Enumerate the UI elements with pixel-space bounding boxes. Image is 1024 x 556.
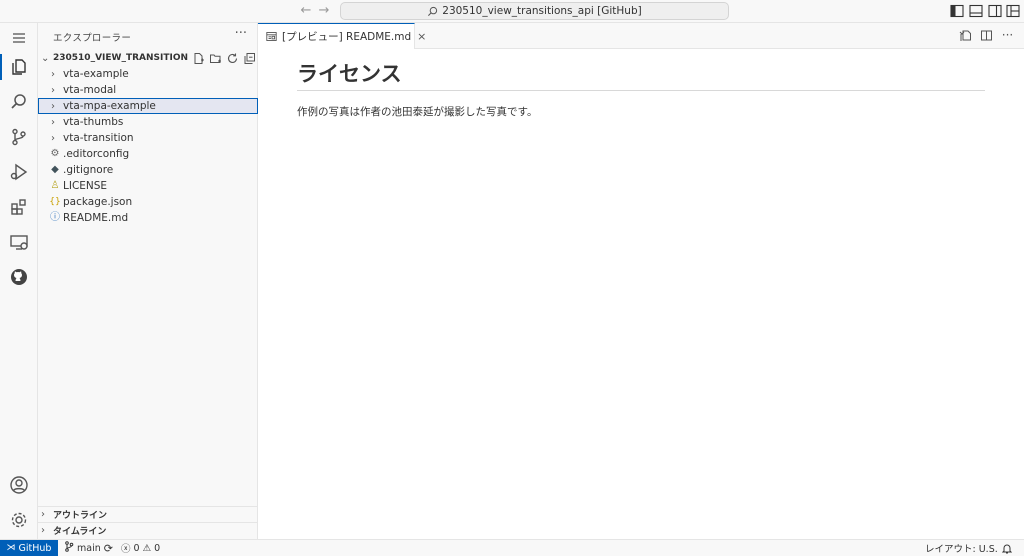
- toggle-primary-sidebar-icon[interactable]: [950, 4, 964, 18]
- search-sidebar-icon[interactable]: [0, 87, 38, 117]
- markdown-preview: ライセンス 作例の写真は作者の池田泰延が撮影した写真です。: [258, 49, 1024, 539]
- tree-item-package-json[interactable]: {} package.json: [38, 194, 258, 210]
- json-braces-icon: {}: [49, 197, 61, 207]
- menu-icon[interactable]: [0, 23, 38, 53]
- close-icon[interactable]: ×: [417, 30, 426, 43]
- collapse-all-icon[interactable]: [243, 52, 256, 65]
- source-control-icon[interactable]: [0, 122, 38, 152]
- tree-item-editorconfig[interactable]: ⚙ .editorconfig: [38, 146, 258, 162]
- explorer-sidebar: エクスプローラー ··· ⌄ 230510_VIEW_TRANSITIONS_.…: [38, 23, 258, 539]
- command-center-search[interactable]: 230510_view_transitions_api [GitHub]: [340, 2, 729, 20]
- page-title: ライセンス: [297, 62, 402, 86]
- status-bar: ⋊ GitHub main ⟳ ⓧ 0 ⚠ 0 レイアウト: U.S.: [0, 539, 1024, 556]
- preview-icon: [266, 31, 277, 42]
- tree-item-license[interactable]: ♙ LICENSE: [38, 178, 258, 194]
- workspace-folder-name: 230510_VIEW_TRANSITIONS_...: [53, 53, 188, 63]
- chevron-right-icon: ›: [51, 132, 55, 144]
- timeline-section[interactable]: › タイムライン: [38, 522, 258, 538]
- sidebar-title: エクスプローラー: [53, 33, 132, 44]
- toggle-secondary-sidebar-icon[interactable]: [988, 4, 1002, 18]
- info-icon: ⓘ: [50, 212, 60, 223]
- extensions-icon[interactable]: [0, 192, 38, 222]
- license-icon: ♙: [50, 180, 60, 191]
- tab-readme-preview[interactable]: [プレビュー] README.md ×: [258, 23, 426, 49]
- chevron-right-icon: ›: [51, 100, 55, 112]
- problems-indicator[interactable]: ⓧ 0 ⚠ 0: [121, 540, 160, 556]
- chevron-right-icon: ›: [41, 525, 45, 536]
- explorer-icon[interactable]: [0, 52, 38, 82]
- customize-layout-icon[interactable]: [1006, 4, 1020, 18]
- chevron-right-icon: ›: [51, 84, 55, 96]
- search-icon: [428, 6, 438, 16]
- new-file-icon[interactable]: [192, 52, 205, 65]
- chevron-right-icon: ›: [41, 509, 45, 520]
- git-diamond-icon: ◆: [51, 164, 59, 175]
- outline-section[interactable]: › アウトライン: [38, 506, 258, 522]
- accounts-icon[interactable]: [0, 470, 38, 500]
- remote-icon: ⋊: [6, 543, 16, 553]
- warning-icon: ⚠: [142, 542, 152, 554]
- keyboard-layout[interactable]: レイアウト: U.S.: [925, 540, 998, 556]
- tree-item-gitignore[interactable]: ◆ .gitignore: [38, 162, 258, 178]
- more-actions-icon[interactable]: ···: [1001, 29, 1014, 42]
- gear-file-icon: ⚙: [50, 148, 60, 159]
- tree-item-vta-thumbs[interactable]: › vta-thumbs: [38, 114, 258, 130]
- git-branch-icon: [64, 541, 74, 555]
- new-folder-icon[interactable]: [209, 52, 222, 65]
- chevron-right-icon: ›: [51, 68, 55, 80]
- workspace-folder-header[interactable]: ⌄ 230510_VIEW_TRANSITIONS_...: [38, 50, 258, 66]
- tree-item-vta-example[interactable]: › vta-example: [38, 66, 258, 82]
- split-editor-icon[interactable]: [980, 29, 993, 42]
- sync-icon[interactable]: ⟳: [104, 542, 113, 555]
- chevron-down-icon: ⌄: [41, 52, 50, 64]
- activity-bar: [0, 23, 38, 539]
- toggle-panel-icon[interactable]: [969, 4, 983, 18]
- manage-gear-icon[interactable]: [0, 505, 38, 535]
- tree-item-vta-transition[interactable]: › vta-transition: [38, 130, 258, 146]
- editor-tab-bar: [プレビュー] README.md × ···: [258, 23, 1024, 49]
- search-text: 230510_view_transitions_api [GitHub]: [442, 5, 642, 17]
- forward-arrow-icon[interactable]: →: [316, 3, 332, 19]
- tab-label: [プレビュー] README.md: [282, 31, 412, 43]
- heading-divider: [297, 90, 985, 91]
- chevron-right-icon: ›: [51, 116, 55, 128]
- branch-indicator[interactable]: main ⟳: [64, 540, 113, 556]
- notifications-bell-icon[interactable]: [1002, 540, 1012, 556]
- run-and-debug-icon[interactable]: [0, 157, 38, 187]
- title-bar: ← → 230510_view_transitions_api [GitHub]: [0, 0, 1024, 23]
- error-icon: ⓧ: [121, 544, 131, 555]
- tree-item-vta-modal[interactable]: › vta-modal: [38, 82, 258, 98]
- back-arrow-icon[interactable]: ←: [298, 3, 314, 19]
- refresh-icon[interactable]: [226, 52, 239, 65]
- preview-paragraph: 作例の写真は作者の池田泰延が撮影した写真です。: [297, 106, 538, 118]
- remote-indicator[interactable]: ⋊ GitHub: [0, 540, 58, 556]
- sidebar-more-actions[interactable]: ···: [235, 26, 247, 41]
- open-source-icon[interactable]: [959, 29, 972, 42]
- github-icon[interactable]: [0, 262, 38, 292]
- remote-explorer-icon[interactable]: [0, 227, 38, 257]
- tree-item-vta-mpa-example[interactable]: › vta-mpa-example: [38, 98, 258, 114]
- tree-item-readme[interactable]: ⓘ README.md: [38, 210, 258, 226]
